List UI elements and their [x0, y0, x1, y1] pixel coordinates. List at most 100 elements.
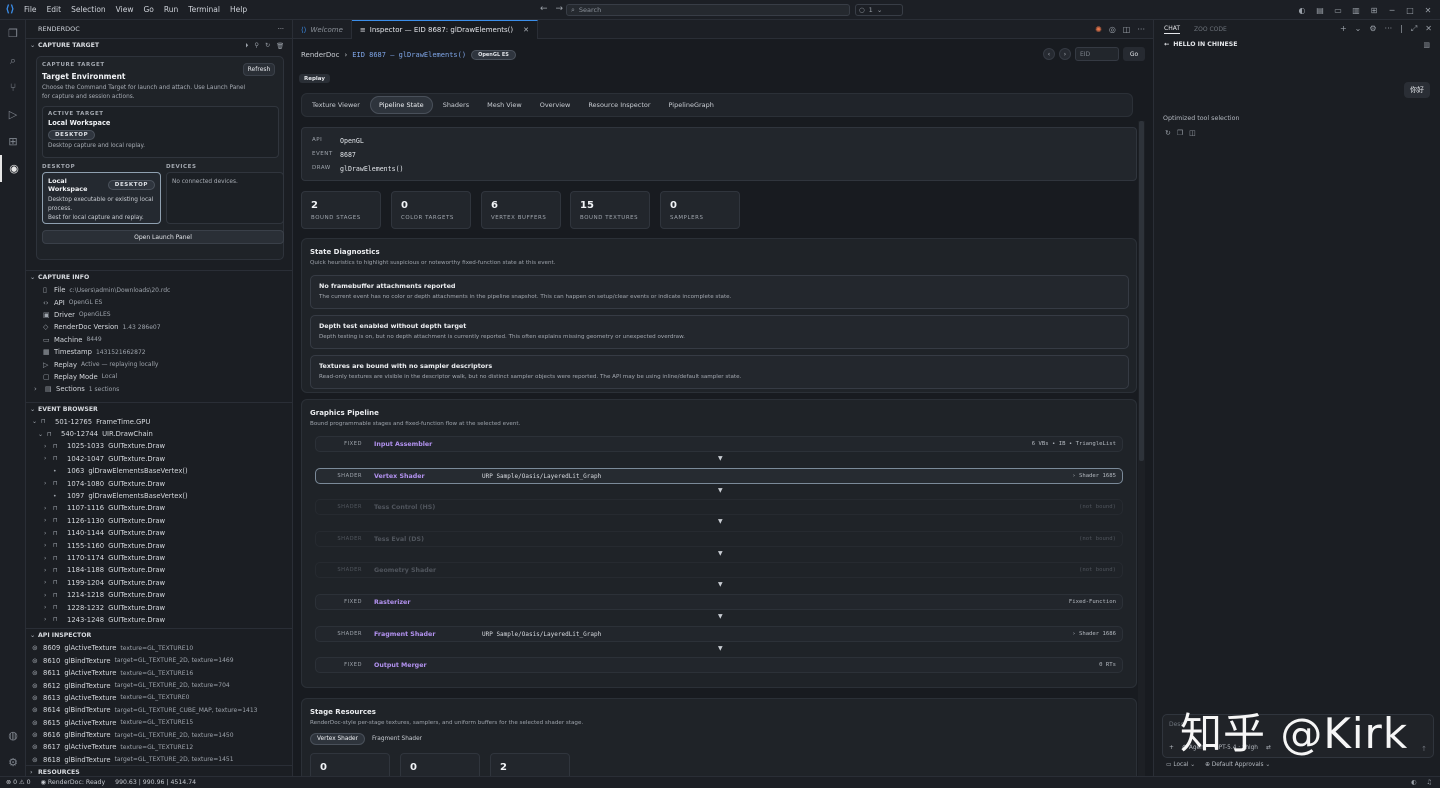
pipeline-stage[interactable]: SHADER Tess Eval (DS) (not bound)	[315, 530, 1123, 547]
forward-arrow-icon[interactable]: →	[556, 4, 564, 14]
event-item[interactable]: › ⊓ 1140-1144 GUITexture.Draw	[26, 527, 292, 539]
resources-section-header[interactable]: › RESOURCES	[26, 765, 292, 776]
event-item[interactable]: • 1063 glDrawElementsBaseVertex()	[26, 465, 292, 477]
api-call-row[interactable]: ⊜ 8617 glActiveTexture texture=GL_TEXTURE12	[26, 741, 292, 753]
layout-secondary-icon[interactable]: ▥	[1350, 6, 1362, 15]
close-tab-icon[interactable]: ✕	[523, 26, 529, 34]
menu-file[interactable]: File	[24, 5, 37, 14]
api-inspector-section-header[interactable]: ⌄ API INSPECTOR	[26, 628, 292, 642]
local-workspace-option[interactable]: Local Workspace DESKTOP Desktop executab…	[42, 172, 161, 224]
go-button[interactable]: Go	[1123, 47, 1145, 61]
tab-zoo-code[interactable]: ZOO CODE	[1194, 26, 1227, 33]
info-file[interactable]: ▯ File c:\Users\admin\Downloads\20.rdc	[26, 284, 292, 296]
event-item[interactable]: › ⊓ 1025-1033 GUITexture.Draw	[26, 440, 292, 452]
pipeline-stage[interactable]: SHADER Fragment Shader URP Sample/Oasis/La…	[315, 625, 1123, 642]
api-call-row[interactable]: ⊜ 8616 glBindTexture target=GL_TEXTURE_2D, …	[26, 729, 292, 741]
search-icon[interactable]: ⌕	[0, 47, 26, 74]
scroll-thumb[interactable]	[1139, 121, 1144, 461]
copilot-status-icon[interactable]: ◐	[1411, 779, 1416, 786]
tab-pipeline-graph[interactable]: PipelineGraph	[661, 96, 722, 114]
api-call-row[interactable]: ⊜ 8614 glBindTexture target=GL_TEXTURE_CUBE…	[26, 704, 292, 716]
info-driver[interactable]: ▣ Driver OpenGLES	[26, 309, 292, 321]
maximize-panel-icon[interactable]: ⤢	[1411, 24, 1417, 34]
feedback-icon[interactable]: ◫	[1189, 129, 1196, 137]
event-item[interactable]: › ⊓ 1155-1160 GUITexture.Draw	[26, 539, 292, 551]
tab-pipeline-state[interactable]: Pipeline State	[369, 96, 433, 114]
breadcrumb-root[interactable]: RenderDoc	[301, 51, 339, 59]
tree-child[interactable]: ⌄ ⊓ 540-12744 UIR.DrawChain	[26, 428, 292, 440]
api-call-row[interactable]: ⊜ 8615 glActiveTexture texture=GL_TEXTURE15	[26, 717, 292, 729]
layout-sidebar-icon[interactable]: ▤	[1314, 6, 1326, 15]
tab-texture-viewer[interactable]: Texture Viewer	[304, 96, 368, 114]
tab-vertex-shader[interactable]: Vertex Shader	[310, 733, 366, 745]
command-search-input[interactable]: ⌕ Search	[566, 4, 850, 16]
event-item[interactable]: › ⊓ 1199-1204 GUITexture.Draw	[26, 577, 292, 589]
menu-run[interactable]: Run	[164, 5, 178, 14]
sidebar-toggle-icon[interactable]: ▥	[1423, 41, 1430, 49]
event-item[interactable]: › ⊓ 1126-1130 GUITexture.Draw	[26, 515, 292, 527]
layout-panel-icon[interactable]: ▭	[1332, 6, 1344, 15]
tab-shaders[interactable]: Shaders	[435, 96, 477, 114]
event-item[interactable]: › ⊓ 1184-1188 GUITexture.Draw	[26, 564, 292, 576]
info-machine[interactable]: ▭ Machine 8449	[26, 334, 292, 346]
more-actions-icon[interactable]: ···	[278, 25, 284, 33]
event-item[interactable]: › ⊓ 1074-1080 GUITexture.Draw	[26, 477, 292, 489]
menu-edit[interactable]: Edit	[47, 5, 62, 14]
event-item[interactable]: › ⊓ 1214-1218 GUITexture.Draw	[26, 589, 292, 601]
event-item[interactable]: › ⊓ 1228-1232 GUITexture.Draw	[26, 601, 292, 613]
close-panel-icon[interactable]: ✕	[1425, 24, 1432, 34]
event-item[interactable]: › ⊓ 1107-1116 GUITexture.Draw	[26, 502, 292, 514]
bug-icon[interactable]: ✺	[1095, 25, 1102, 34]
close-window-icon[interactable]: ✕	[1422, 6, 1434, 15]
api-call-row[interactable]: ⊜ 8613 glActiveTexture texture=GL_TEXTURE0	[26, 692, 292, 704]
new-chat-icon[interactable]: +	[1340, 24, 1347, 34]
renderdoc-camera-icon[interactable]: ◉	[0, 155, 26, 182]
tab-overview[interactable]: Overview	[532, 96, 579, 114]
agent-status-button[interactable]: ○ 1 ⌄	[855, 4, 903, 16]
tab-fragment-shader[interactable]: Fragment Shader	[366, 733, 428, 745]
add-context-icon[interactable]: +	[1169, 745, 1174, 751]
menu-terminal[interactable]: Terminal	[188, 5, 220, 14]
layout-custom-icon[interactable]: ⊞	[1368, 6, 1380, 15]
event-item[interactable]: • 1097 glDrawElementsBaseVertex()	[26, 490, 292, 502]
capture-target-section-header[interactable]: ⌄ CAPTURE TARGET ⏵ ⚲ ↻ 🗑	[26, 38, 292, 52]
pipeline-stage[interactable]: FIXED Rasterizer Fixed-Function	[315, 594, 1123, 610]
local-picker[interactable]: ▭ Local ⌄	[1166, 762, 1195, 768]
retry-icon[interactable]: ↻	[1165, 129, 1171, 137]
event-browser-section-header[interactable]: ⌄ EVENT BROWSER	[26, 401, 292, 416]
more-actions-icon[interactable]: ···	[1385, 24, 1393, 34]
play-icon[interactable]: ⏵	[245, 42, 248, 50]
info-timestamp[interactable]: ▦ Timestamp 1431521662872	[26, 346, 292, 358]
pipeline-stage[interactable]: SHADER Geometry Shader (not bound)	[315, 562, 1123, 579]
prev-event-button[interactable]: ‹	[1043, 48, 1055, 60]
capture-info-section-header[interactable]: ⌄ CAPTURE INFO	[26, 270, 292, 284]
copy-icon[interactable]: ❐	[1177, 129, 1183, 137]
menu-view[interactable]: View	[116, 5, 134, 14]
info-replay-mode[interactable]: ▢ Replay Mode Local	[26, 371, 292, 383]
target-icon[interactable]: ◎	[1109, 25, 1116, 34]
notifications-bell-icon[interactable]: ♫	[1426, 779, 1432, 786]
send-icon[interactable]: ↑	[1421, 745, 1427, 753]
pipeline-stage[interactable]: SHADER Tess Control (HS) (not bound)	[315, 499, 1123, 516]
settings-gear-icon[interactable]: ⚙	[0, 749, 26, 776]
api-call-row[interactable]: ⊜ 8611 glActiveTexture texture=GL_TEXTURE16	[26, 667, 292, 679]
pipeline-stage[interactable]: FIXED Output Merger 0 RTs	[315, 657, 1123, 674]
api-call-row[interactable]: ⊜ 8612 glBindTexture target=GL_TEXTURE_2D, …	[26, 679, 292, 691]
trash-icon[interactable]: 🗑	[276, 42, 284, 50]
explorer-icon[interactable]: ❐	[0, 20, 26, 47]
pin-icon[interactable]: ⚲	[254, 42, 259, 50]
menu-help[interactable]: Help	[230, 5, 247, 14]
more-actions-icon[interactable]: ···	[1137, 25, 1145, 34]
extensions-icon[interactable]: ⊞	[0, 128, 26, 155]
pipeline-stage[interactable]: SHADER Vertex Shader URP Sample/Oasis/Laye…	[315, 467, 1123, 484]
event-item[interactable]: › ⊓ 1042-1047 GUITexture.Draw	[26, 453, 292, 465]
refresh-icon[interactable]: ↻	[265, 42, 270, 50]
tab-chat[interactable]: CHAT	[1164, 25, 1181, 34]
problems-indicator[interactable]: ⊗ 0 ⚠ 0	[6, 779, 31, 786]
info-sections[interactable]: › ▤ Sections 1 sections	[26, 383, 292, 395]
minimize-icon[interactable]: ─	[1386, 6, 1398, 15]
source-control-icon[interactable]: ⑂	[0, 74, 26, 101]
menu-go[interactable]: Go	[143, 5, 153, 14]
renderdoc-status[interactable]: ◉ RenderDoc: Ready	[41, 779, 106, 786]
tree-root[interactable]: ⌄ ⊓ 501-12765 FrameTime.GPU	[26, 416, 292, 428]
